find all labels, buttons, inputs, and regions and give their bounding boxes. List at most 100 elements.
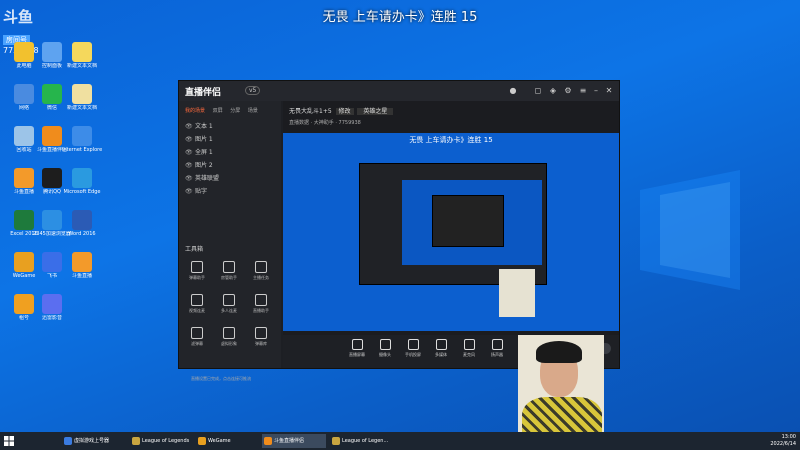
desktop-icon[interactable]: 斗鱼直播 — [62, 252, 102, 279]
preview-webcam — [499, 269, 535, 317]
douyu-brand: 斗鱼 — [3, 8, 34, 26]
tab-scene[interactable]: 场景 — [248, 108, 258, 114]
control-label: 直播屏幕 — [349, 352, 365, 357]
tool-label: 弹幕助手 — [189, 275, 205, 280]
desktop-icon-label: Internet Explorer — [62, 147, 102, 153]
desktop-icon-label: 迅雷影音 — [41, 315, 62, 321]
clock-date: 2022/6/14 — [770, 441, 796, 447]
tool-button[interactable]: 房管助手 — [215, 261, 243, 281]
nested-preview-inner — [432, 195, 504, 247]
app-icon — [72, 84, 92, 104]
stream-overlay-title: 无畏 上车请办卡》连胜 15 — [322, 10, 478, 25]
taskbar-app-icon — [64, 437, 72, 445]
system-tray[interactable]: 13:00 2022/6/14 — [770, 434, 796, 448]
control-button[interactable]: 直播屏幕 — [343, 339, 371, 358]
desktop-icon[interactable]: Microsoft Edge — [62, 168, 102, 195]
tool-icon — [191, 327, 203, 339]
source-label: 全屏 1 — [195, 149, 213, 156]
app-icon — [72, 126, 92, 146]
taskbar-item[interactable]: 虚拟游戏上号器 — [62, 434, 126, 448]
control-button[interactable]: 摄像头 — [371, 339, 399, 358]
source-row[interactable]: 👁 全屏 1 — [185, 147, 213, 156]
tool-label: 滤弹幕 — [191, 341, 203, 346]
tool-label: 主播任务 — [253, 275, 269, 280]
control-button[interactable]: 多媒体 — [427, 339, 455, 358]
tool-label: 弹幕库 — [255, 341, 267, 346]
app-icon — [42, 42, 62, 62]
tab-split[interactable]: 分屏 — [230, 108, 240, 114]
minimize-icon[interactable]: – — [592, 87, 600, 95]
app-logo: 直播伴侣 — [185, 88, 222, 98]
tool-button[interactable]: 滤弹幕 — [183, 327, 211, 347]
close-icon[interactable]: ✕ — [605, 87, 613, 95]
control-icon — [379, 339, 391, 350]
app-icon — [14, 252, 34, 272]
stream-info: 无畏大乱斗1+5 修改 英雄之星 — [289, 106, 394, 115]
tool-button[interactable]: 视频连麦 — [183, 294, 211, 314]
eye-icon[interactable]: 👁 — [185, 188, 195, 195]
settings-icon[interactable]: ⚙ — [564, 87, 572, 95]
chat-icon[interactable]: ◻ — [534, 87, 542, 95]
eye-icon[interactable]: 👁 — [185, 162, 195, 169]
source-label: 英雄联盟 — [195, 175, 220, 182]
avatar-icon[interactable]: ● — [509, 87, 517, 95]
tool-icon — [223, 261, 235, 273]
app-icon — [72, 42, 92, 62]
tab-my-scene[interactable]: 我的场景 — [185, 108, 205, 114]
eye-icon[interactable]: 👁 — [185, 149, 195, 156]
source-row[interactable]: 👁 图片 2 — [185, 160, 213, 169]
source-row[interactable]: 👁 贴字 — [185, 186, 207, 195]
stream-title[interactable]: 无畏大乱斗1+5 — [289, 108, 332, 115]
desktop-icon[interactable]: 迅雷影音 — [32, 294, 72, 321]
tab-dual[interactable]: 双屏 — [213, 108, 223, 114]
control-label: 麦克风 — [463, 352, 475, 357]
tool-icon — [223, 327, 235, 339]
source-label: 文本 1 — [195, 123, 213, 130]
tool-label: 视频连麦 — [189, 308, 205, 313]
tool-button[interactable]: 弹幕库 — [247, 327, 275, 347]
app-icon — [72, 210, 92, 230]
stream-category[interactable]: 英雄之星 — [357, 108, 394, 115]
app-version-badge: v5 — [245, 86, 261, 95]
tool-button[interactable]: 虚拟形象 — [215, 327, 243, 347]
eye-icon[interactable]: 👁 — [185, 175, 195, 182]
tool-icon — [191, 294, 203, 306]
tool-button[interactable]: 主播任务 — [247, 261, 275, 281]
tool-button[interactable]: 直播助手 — [247, 294, 275, 314]
app-icon — [14, 210, 34, 230]
source-row[interactable]: 👁 文本 1 — [185, 121, 213, 130]
desktop-icon[interactable]: Internet Explorer — [62, 126, 102, 153]
app-icon — [72, 168, 92, 188]
menu-icon[interactable]: ≡ — [579, 87, 587, 95]
windows-start-icon[interactable] — [4, 436, 14, 446]
desktop-icon-label: 斗鱼直播 — [71, 273, 92, 279]
tools-title: 工具箱 — [185, 246, 204, 253]
source-row[interactable]: 👁 图片 1 — [185, 134, 213, 143]
taskbar-item-label: League of Legends — [142, 438, 190, 444]
desktop-icon[interactable]: Word 2016 — [62, 210, 102, 237]
control-button[interactable]: 手机投屏 — [399, 339, 427, 358]
taskbar-item[interactable]: League of Legen... — [330, 434, 394, 448]
app-icon — [42, 126, 62, 146]
tool-button[interactable]: 弹幕助手 — [183, 261, 211, 281]
desktop-icon[interactable]: 新建文本文档 — [62, 84, 102, 111]
control-button[interactable]: 扬声器 — [483, 339, 511, 358]
control-icon — [435, 339, 447, 350]
gift-icon[interactable]: ◈ — [549, 87, 557, 95]
control-label: 多媒体 — [435, 352, 447, 357]
taskbar-item[interactable]: 斗鱼直播伴侣 — [262, 434, 326, 448]
desktop-icon[interactable]: 新建文本文档 — [62, 42, 102, 69]
taskbar-app-icon — [264, 437, 272, 445]
stream-tag[interactable]: 修改 — [335, 108, 354, 115]
app-icon — [42, 294, 62, 314]
tool-button[interactable]: 多人连麦 — [215, 294, 243, 314]
taskbar-app-icon — [132, 437, 140, 445]
taskbar-item[interactable]: WeGame — [196, 434, 260, 448]
control-button[interactable]: 麦克风 — [455, 339, 483, 358]
taskbar-item[interactable]: League of Legends — [130, 434, 194, 448]
source-row[interactable]: 👁 英雄联盟 — [185, 173, 219, 182]
live-broadcast-app-window: 直播伴侣 v5 ● ◻ ◈ ⚙ ≡ – ✕ 我的场景 双屏 分屏 场景 👁 文本 … — [178, 80, 620, 381]
eye-icon[interactable]: 👁 — [185, 136, 195, 143]
eye-icon[interactable]: 👁 — [185, 123, 195, 130]
notice-text: 直播设置已完成，点击连接可推流 — [191, 376, 251, 381]
